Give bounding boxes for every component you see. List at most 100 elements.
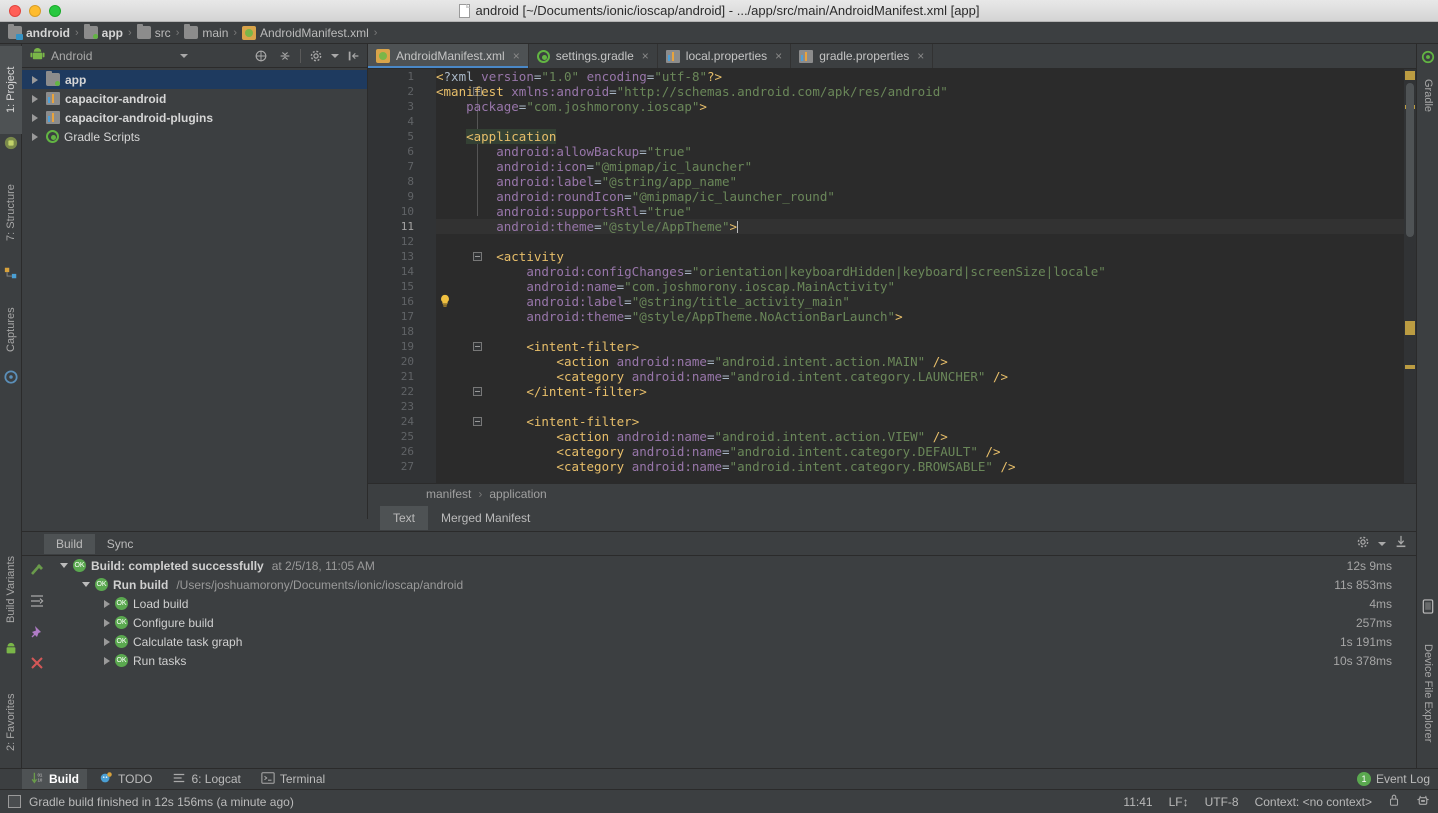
editor-scrollbar[interactable] [1404,69,1416,483]
tab-local-properties[interactable]: local.properties × [658,44,791,68]
editor-gutter[interactable]: 1234567891011121314151617181920212223242… [368,69,420,483]
bottom-button-build[interactable]: 0110 Build [22,769,87,790]
breadcrumb-item-app[interactable]: app [84,26,123,40]
code-line[interactable]: <action android:name="android.intent.act… [436,429,1416,444]
breadcrumb-item-main[interactable]: main [184,26,228,40]
toggle-soft-wrap-icon[interactable] [29,593,45,612]
code-line[interactable]: package="com.joshmorony.ioscap"> [436,99,1416,114]
code-line[interactable]: <intent-filter> [436,339,1416,354]
code-line[interactable]: </intent-filter> [436,384,1416,399]
chevron-down-icon[interactable] [180,54,188,58]
sidebar-item-device-file-explorer[interactable]: Device File Explorer [1417,623,1438,763]
expand-arrow-icon[interactable] [104,638,110,646]
code-editor[interactable]: 1234567891011121314151617181920212223242… [368,69,1416,483]
close-icon[interactable] [29,655,45,674]
collapse-arrow-icon[interactable] [82,582,90,587]
code-line[interactable] [436,114,1416,129]
expand-arrow-icon[interactable] [104,657,110,665]
warning-marker[interactable] [1405,321,1415,335]
memory-indicator-icon[interactable] [8,795,21,808]
tab-text[interactable]: Text [380,506,428,530]
project-view-selector-label[interactable]: Android [51,49,92,63]
breadcrumb-application[interactable]: application [489,487,546,501]
build-output-row[interactable]: OKCalculate task graph1s 191ms [52,632,1416,651]
code-line[interactable] [436,399,1416,414]
build-output-row[interactable]: OKConfigure build257ms [52,613,1416,632]
build-output-row[interactable]: OKBuild: completed successfullyat 2/5/18… [52,556,1416,575]
tree-node-gradle-scripts[interactable]: Gradle Scripts [22,127,367,146]
build-output-row[interactable]: OKLoad build4ms [52,594,1416,613]
export-icon[interactable] [1394,535,1408,552]
tab-build[interactable]: Build [44,534,95,554]
bottom-button-terminal[interactable]: Terminal [253,769,333,790]
warning-marker[interactable] [1405,71,1415,80]
sidebar-item-gradle[interactable]: Gradle [1417,68,1438,124]
code-line[interactable] [436,234,1416,249]
pin-icon[interactable] [29,624,45,643]
expand-arrow-icon[interactable] [104,619,110,627]
expand-arrow-icon[interactable] [104,600,110,608]
chevron-down-icon[interactable] [1378,542,1386,546]
lock-icon[interactable] [1388,793,1400,810]
tab-android-manifest[interactable]: AndroidManifest.xml × [368,44,529,68]
code-line[interactable]: <category android:name="android.intent.c… [436,369,1416,384]
code-line[interactable]: <?xml version="1.0" encoding="utf-8"?> [436,69,1416,84]
bottom-button-todo[interactable]: TODO [91,769,160,790]
collapse-scope-icon[interactable] [252,47,270,65]
expand-arrow-icon[interactable] [32,76,38,84]
code-line[interactable]: android:icon="@mipmap/ic_launcher" [436,159,1416,174]
code-line[interactable]: <intent-filter> [436,414,1416,429]
code-line[interactable]: android:configChanges="orientation|keybo… [436,264,1416,279]
tree-node-capacitor-android-plugins[interactable]: capacitor-android-plugins [22,108,367,127]
breadcrumb-item-manifest[interactable]: AndroidManifest.xml [242,26,369,40]
editor-fold-column[interactable] [420,69,436,483]
code-line[interactable] [436,324,1416,339]
sidebar-item-build-variants[interactable]: Build Variants [0,539,22,639]
build-output-tree[interactable]: OKBuild: completed successfullyat 2/5/18… [52,556,1416,778]
tab-settings-gradle[interactable]: settings.gradle × [529,44,658,68]
editor-code-content[interactable]: <?xml version="1.0" encoding="utf-8"?><m… [436,69,1416,483]
line-separator[interactable]: LF↕ [1169,795,1189,809]
code-line[interactable]: <category android:name="android.intent.c… [436,444,1416,459]
close-tab-icon[interactable]: × [917,49,924,63]
code-line[interactable]: android:label="@string/title_activity_ma… [436,294,1416,309]
code-line[interactable]: android:label="@string/app_name" [436,174,1416,189]
code-line[interactable]: android:theme="@style/AppTheme.NoActionB… [436,309,1416,324]
code-line[interactable]: android:name="com.joshmorony.ioscap.Main… [436,279,1416,294]
code-line[interactable]: <activity [436,249,1416,264]
build-output-row[interactable]: OKRun tasks10s 378ms [52,651,1416,670]
code-line[interactable]: <application [436,129,1416,144]
code-line[interactable]: <manifest xmlns:android="http://schemas.… [436,84,1416,99]
caret-position[interactable]: 11:41 [1123,795,1152,809]
settings-gear-icon[interactable] [1356,535,1370,552]
hector-icon[interactable] [1416,793,1430,811]
bottom-button-logcat[interactable]: 6: Logcat [164,769,248,790]
collapse-all-icon[interactable] [276,47,294,65]
tree-node-capacitor-android[interactable]: capacitor-android [22,89,367,108]
code-line[interactable]: <action android:name="android.intent.act… [436,354,1416,369]
context-indicator[interactable]: Context: <no context> [1255,795,1372,809]
tab-gradle-properties[interactable]: gradle.properties × [791,44,933,68]
event-log-button[interactable]: 1 Event Log [1357,772,1430,786]
sidebar-item-favorites[interactable]: 2: Favorites [0,679,22,765]
chevron-down-icon[interactable] [331,54,339,58]
code-line[interactable]: android:theme="@style/AppTheme"> [436,219,1416,234]
build-panel-scrollbar[interactable] [1406,556,1416,778]
hide-panel-icon[interactable] [345,47,363,65]
sidebar-item-project[interactable]: 1: Project [0,46,22,134]
collapse-arrow-icon[interactable] [60,563,68,568]
expand-arrow-icon[interactable] [32,133,38,141]
close-tab-icon[interactable]: × [775,49,782,63]
tab-merged-manifest[interactable]: Merged Manifest [428,506,543,530]
expand-arrow-icon[interactable] [32,114,38,122]
code-line[interactable]: android:roundIcon="@mipmap/ic_launcher_r… [436,189,1416,204]
code-line[interactable]: android:supportsRtl="true" [436,204,1416,219]
settings-gear-icon[interactable] [307,47,325,65]
editor-scroll-thumb[interactable] [1406,83,1414,237]
close-tab-icon[interactable]: × [642,49,649,63]
tree-node-app[interactable]: app [22,70,367,89]
expand-arrow-icon[interactable] [32,95,38,103]
sidebar-item-captures[interactable]: Captures [0,294,22,366]
sidebar-item-structure[interactable]: 7: Structure [0,164,22,262]
encoding-indicator[interactable]: UTF-8 [1205,795,1239,809]
